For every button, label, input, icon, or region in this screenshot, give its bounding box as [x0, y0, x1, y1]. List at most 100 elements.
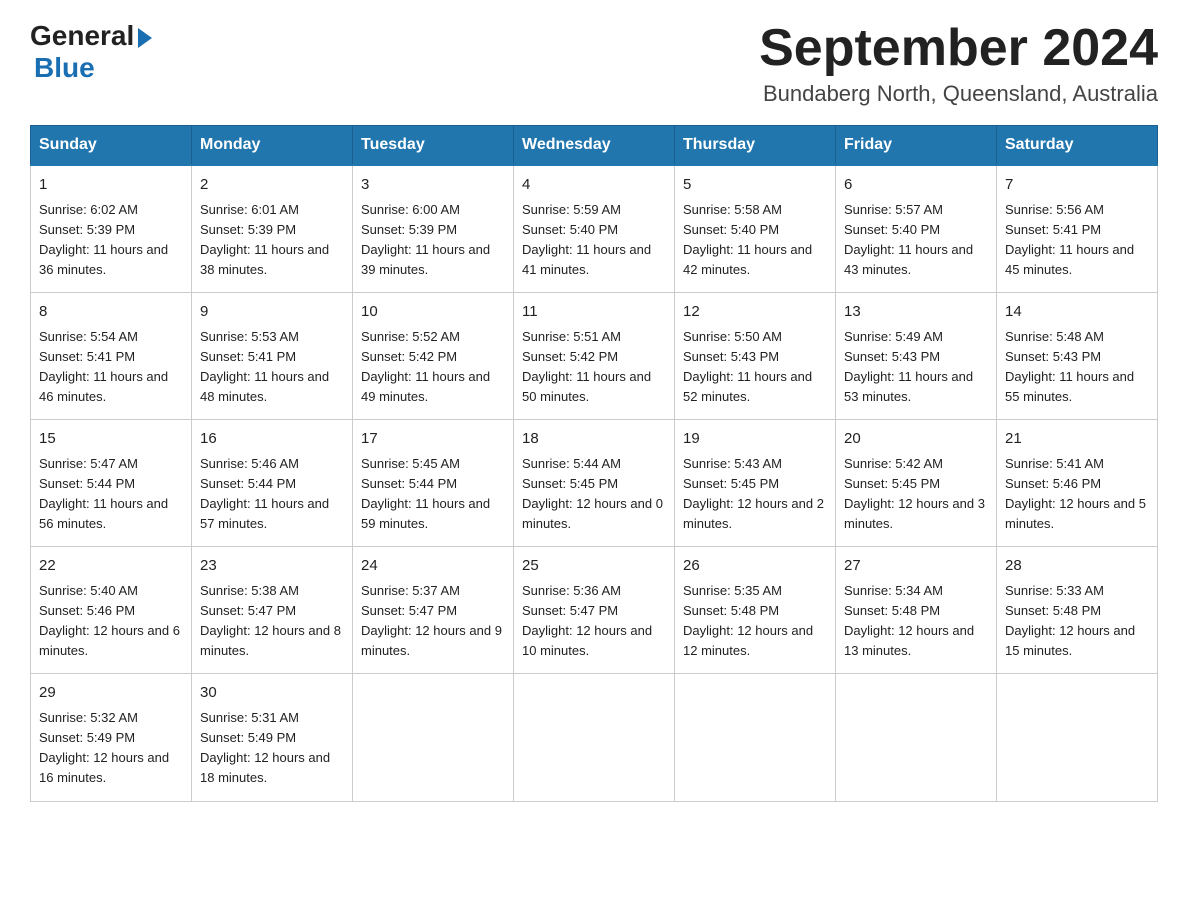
day-info: Sunrise: 5:33 AMSunset: 5:48 PMDaylight:… — [1005, 581, 1149, 662]
calendar-cell: 1 Sunrise: 6:02 AMSunset: 5:39 PMDayligh… — [31, 165, 192, 293]
calendar-cell: 23 Sunrise: 5:38 AMSunset: 5:47 PMDaylig… — [192, 547, 353, 674]
calendar-cell: 20 Sunrise: 5:42 AMSunset: 5:45 PMDaylig… — [836, 420, 997, 547]
calendar-header-monday: Monday — [192, 126, 353, 166]
calendar-cell: 26 Sunrise: 5:35 AMSunset: 5:48 PMDaylig… — [675, 547, 836, 674]
calendar-table: SundayMondayTuesdayWednesdayThursdayFrid… — [30, 125, 1158, 801]
calendar-cell: 10 Sunrise: 5:52 AMSunset: 5:42 PMDaylig… — [353, 293, 514, 420]
day-number: 21 — [1005, 428, 1149, 451]
day-number: 3 — [361, 174, 505, 197]
calendar-cell: 12 Sunrise: 5:50 AMSunset: 5:43 PMDaylig… — [675, 293, 836, 420]
calendar-cell: 13 Sunrise: 5:49 AMSunset: 5:43 PMDaylig… — [836, 293, 997, 420]
calendar-cell: 8 Sunrise: 5:54 AMSunset: 5:41 PMDayligh… — [31, 293, 192, 420]
day-info: Sunrise: 5:42 AMSunset: 5:45 PMDaylight:… — [844, 454, 988, 535]
day-number: 23 — [200, 555, 344, 578]
day-number: 17 — [361, 428, 505, 451]
day-number: 14 — [1005, 301, 1149, 324]
calendar-cell — [514, 674, 675, 801]
day-info: Sunrise: 5:45 AMSunset: 5:44 PMDaylight:… — [361, 454, 505, 535]
day-info: Sunrise: 5:44 AMSunset: 5:45 PMDaylight:… — [522, 454, 666, 535]
calendar-cell: 17 Sunrise: 5:45 AMSunset: 5:44 PMDaylig… — [353, 420, 514, 547]
calendar-cell: 22 Sunrise: 5:40 AMSunset: 5:46 PMDaylig… — [31, 547, 192, 674]
day-number: 30 — [200, 682, 344, 705]
day-info: Sunrise: 5:56 AMSunset: 5:41 PMDaylight:… — [1005, 200, 1149, 281]
day-info: Sunrise: 5:36 AMSunset: 5:47 PMDaylight:… — [522, 581, 666, 662]
day-number: 18 — [522, 428, 666, 451]
day-number: 19 — [683, 428, 827, 451]
calendar-cell: 7 Sunrise: 5:56 AMSunset: 5:41 PMDayligh… — [997, 165, 1158, 293]
calendar-header-friday: Friday — [836, 126, 997, 166]
day-number: 15 — [39, 428, 183, 451]
calendar-cell: 4 Sunrise: 5:59 AMSunset: 5:40 PMDayligh… — [514, 165, 675, 293]
calendar-week-row: 8 Sunrise: 5:54 AMSunset: 5:41 PMDayligh… — [31, 293, 1158, 420]
day-number: 6 — [844, 174, 988, 197]
calendar-cell — [675, 674, 836, 801]
calendar-cell: 18 Sunrise: 5:44 AMSunset: 5:45 PMDaylig… — [514, 420, 675, 547]
day-number: 29 — [39, 682, 183, 705]
day-info: Sunrise: 5:49 AMSunset: 5:43 PMDaylight:… — [844, 327, 988, 408]
day-info: Sunrise: 5:52 AMSunset: 5:42 PMDaylight:… — [361, 327, 505, 408]
calendar-cell — [353, 674, 514, 801]
day-number: 24 — [361, 555, 505, 578]
calendar-header-row: SundayMondayTuesdayWednesdayThursdayFrid… — [31, 126, 1158, 166]
calendar-cell: 27 Sunrise: 5:34 AMSunset: 5:48 PMDaylig… — [836, 547, 997, 674]
calendar-header-sunday: Sunday — [31, 126, 192, 166]
day-info: Sunrise: 5:51 AMSunset: 5:42 PMDaylight:… — [522, 327, 666, 408]
calendar-week-row: 15 Sunrise: 5:47 AMSunset: 5:44 PMDaylig… — [31, 420, 1158, 547]
day-number: 4 — [522, 174, 666, 197]
calendar-cell: 3 Sunrise: 6:00 AMSunset: 5:39 PMDayligh… — [353, 165, 514, 293]
calendar-header-saturday: Saturday — [997, 126, 1158, 166]
calendar-cell: 11 Sunrise: 5:51 AMSunset: 5:42 PMDaylig… — [514, 293, 675, 420]
calendar-week-row: 22 Sunrise: 5:40 AMSunset: 5:46 PMDaylig… — [31, 547, 1158, 674]
day-info: Sunrise: 5:38 AMSunset: 5:47 PMDaylight:… — [200, 581, 344, 662]
day-number: 16 — [200, 428, 344, 451]
title-section: September 2024 Bundaberg North, Queensla… — [759, 20, 1158, 107]
calendar-week-row: 1 Sunrise: 6:02 AMSunset: 5:39 PMDayligh… — [31, 165, 1158, 293]
day-info: Sunrise: 5:59 AMSunset: 5:40 PMDaylight:… — [522, 200, 666, 281]
calendar-cell: 2 Sunrise: 6:01 AMSunset: 5:39 PMDayligh… — [192, 165, 353, 293]
calendar-cell: 30 Sunrise: 5:31 AMSunset: 5:49 PMDaylig… — [192, 674, 353, 801]
day-info: Sunrise: 5:43 AMSunset: 5:45 PMDaylight:… — [683, 454, 827, 535]
day-number: 11 — [522, 301, 666, 324]
calendar-header-wednesday: Wednesday — [514, 126, 675, 166]
day-info: Sunrise: 6:00 AMSunset: 5:39 PMDaylight:… — [361, 200, 505, 281]
calendar-week-row: 29 Sunrise: 5:32 AMSunset: 5:49 PMDaylig… — [31, 674, 1158, 801]
calendar-header-tuesday: Tuesday — [353, 126, 514, 166]
calendar-cell: 25 Sunrise: 5:36 AMSunset: 5:47 PMDaylig… — [514, 547, 675, 674]
logo: General Blue — [30, 20, 152, 84]
calendar-cell — [997, 674, 1158, 801]
day-info: Sunrise: 5:57 AMSunset: 5:40 PMDaylight:… — [844, 200, 988, 281]
day-number: 1 — [39, 174, 183, 197]
calendar-cell — [836, 674, 997, 801]
logo-general-text: General — [30, 20, 134, 52]
day-number: 22 — [39, 555, 183, 578]
day-number: 20 — [844, 428, 988, 451]
day-number: 7 — [1005, 174, 1149, 197]
calendar-header-thursday: Thursday — [675, 126, 836, 166]
day-info: Sunrise: 5:47 AMSunset: 5:44 PMDaylight:… — [39, 454, 183, 535]
day-info: Sunrise: 5:48 AMSunset: 5:43 PMDaylight:… — [1005, 327, 1149, 408]
calendar-cell: 14 Sunrise: 5:48 AMSunset: 5:43 PMDaylig… — [997, 293, 1158, 420]
day-info: Sunrise: 5:46 AMSunset: 5:44 PMDaylight:… — [200, 454, 344, 535]
day-info: Sunrise: 6:02 AMSunset: 5:39 PMDaylight:… — [39, 200, 183, 281]
day-info: Sunrise: 6:01 AMSunset: 5:39 PMDaylight:… — [200, 200, 344, 281]
calendar-cell: 9 Sunrise: 5:53 AMSunset: 5:41 PMDayligh… — [192, 293, 353, 420]
calendar-cell: 29 Sunrise: 5:32 AMSunset: 5:49 PMDaylig… — [31, 674, 192, 801]
calendar-cell: 19 Sunrise: 5:43 AMSunset: 5:45 PMDaylig… — [675, 420, 836, 547]
day-number: 8 — [39, 301, 183, 324]
day-number: 9 — [200, 301, 344, 324]
day-number: 13 — [844, 301, 988, 324]
calendar-cell: 28 Sunrise: 5:33 AMSunset: 5:48 PMDaylig… — [997, 547, 1158, 674]
location-title: Bundaberg North, Queensland, Australia — [759, 81, 1158, 107]
day-number: 10 — [361, 301, 505, 324]
month-title: September 2024 — [759, 20, 1158, 77]
calendar-cell: 21 Sunrise: 5:41 AMSunset: 5:46 PMDaylig… — [997, 420, 1158, 547]
day-number: 2 — [200, 174, 344, 197]
day-number: 25 — [522, 555, 666, 578]
day-info: Sunrise: 5:54 AMSunset: 5:41 PMDaylight:… — [39, 327, 183, 408]
calendar-cell: 16 Sunrise: 5:46 AMSunset: 5:44 PMDaylig… — [192, 420, 353, 547]
calendar-cell: 24 Sunrise: 5:37 AMSunset: 5:47 PMDaylig… — [353, 547, 514, 674]
day-info: Sunrise: 5:58 AMSunset: 5:40 PMDaylight:… — [683, 200, 827, 281]
day-info: Sunrise: 5:32 AMSunset: 5:49 PMDaylight:… — [39, 708, 183, 789]
calendar-cell: 15 Sunrise: 5:47 AMSunset: 5:44 PMDaylig… — [31, 420, 192, 547]
calendar-cell: 5 Sunrise: 5:58 AMSunset: 5:40 PMDayligh… — [675, 165, 836, 293]
